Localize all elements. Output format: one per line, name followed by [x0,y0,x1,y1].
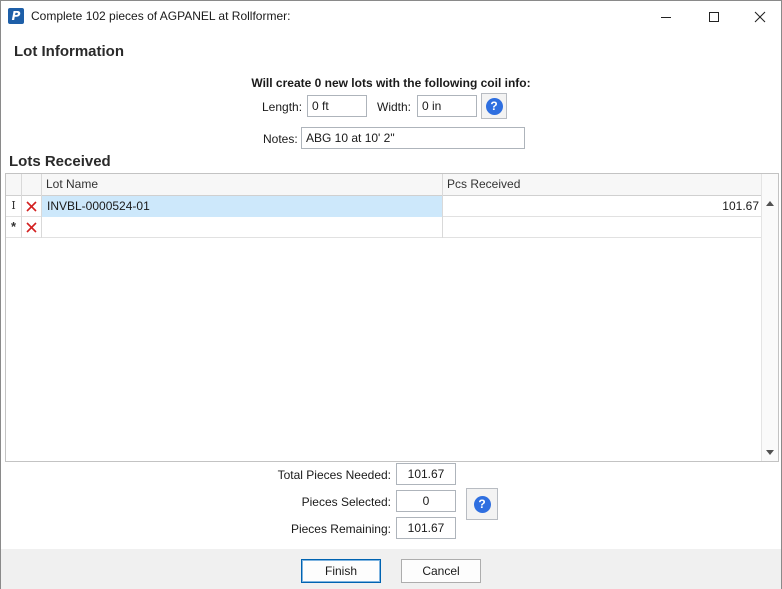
header-indicator-cell [6,174,22,196]
dialog-window: P Complete 102 pieces of AGPANEL at Roll… [0,0,782,589]
delete-row-button[interactable] [22,196,42,217]
length-label: Length: [262,100,303,114]
notes-label: Notes: [263,132,298,146]
grid-vertical-scrollbar[interactable] [761,174,778,461]
cancel-button[interactable]: Cancel [401,559,481,583]
pieces-remaining-value: 101.67 [396,517,456,539]
minimize-icon [661,16,671,18]
width-field[interactable]: 0 in [417,95,477,117]
lot-name-cell[interactable] [42,217,443,238]
table-row[interactable]: * [6,217,763,238]
help-icon: ? [473,495,491,513]
window-title: Complete 102 pieces of AGPANEL at Rollfo… [31,9,291,23]
lot-name-cell[interactable]: INVBL-0000524-01 [42,196,443,217]
pieces-remaining-label: Pieces Remaining: [290,522,391,536]
total-pieces-needed-label: Total Pieces Needed: [277,468,391,482]
title-bar[interactable]: P Complete 102 pieces of AGPANEL at Roll… [1,1,781,32]
grid-header: Lot Name Pcs Received [6,174,763,196]
table-row[interactable]: I INVBL-0000524-01 101.67 [6,196,763,217]
minimize-button[interactable] [643,1,689,32]
row-edit-indicator: I [6,196,22,217]
total-pieces-needed-value: 101.67 [396,463,456,485]
app-logo-icon: P [8,8,24,24]
scroll-up-arrow-icon[interactable] [766,201,774,206]
delete-icon [26,201,37,212]
maximize-icon [709,11,719,22]
lots-grid[interactable]: Lot Name Pcs Received I INVBL-0000524-01… [5,173,779,462]
maximize-button[interactable] [691,1,737,32]
coil-help-button[interactable]: ? [481,93,507,119]
pcs-received-cell[interactable] [443,217,763,238]
pcs-received-cell[interactable]: 101.67 [443,196,763,217]
lot-information-heading: Lot Information [14,43,124,60]
column-header-lot-name[interactable]: Lot Name [42,174,443,196]
close-icon [754,11,766,22]
button-bar: Finish Cancel [1,549,781,589]
pieces-help-button[interactable]: ? [466,488,498,520]
scroll-down-arrow-icon[interactable] [766,450,774,455]
notes-field[interactable]: ABG 10 at 10' 2" [301,127,525,149]
coil-info-heading: Will create 0 new lots with the followin… [251,76,531,90]
lots-received-heading: Lots Received [9,153,111,170]
column-header-pcs-received[interactable]: Pcs Received [443,174,763,196]
length-field[interactable]: 0 ft [307,95,367,117]
width-label: Width: [377,100,412,114]
new-row-indicator: * [6,217,22,238]
delete-icon [26,222,37,233]
pieces-selected-value: 0 [396,490,456,512]
header-delete-cell [22,174,42,196]
delete-row-button[interactable] [22,217,42,238]
finish-button[interactable]: Finish [301,559,381,583]
help-icon: ? [485,97,503,115]
pieces-selected-label: Pieces Selected: [301,495,391,509]
close-button[interactable] [737,1,782,32]
